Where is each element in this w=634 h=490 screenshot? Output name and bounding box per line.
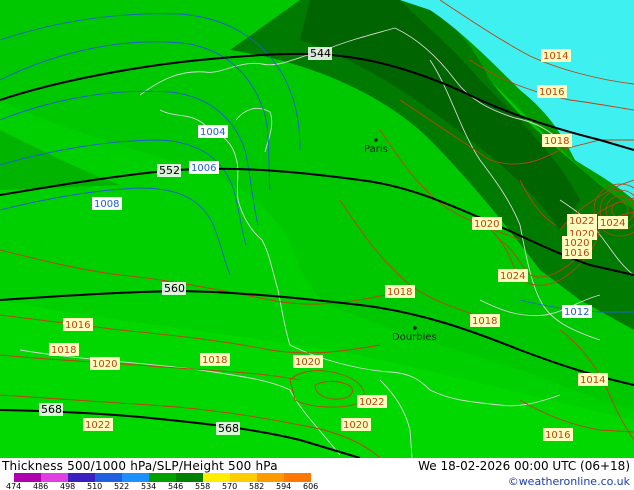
thickness-label: 568	[41, 403, 62, 416]
svg-text:1022: 1022	[569, 216, 594, 227]
pressure-label: 1016	[537, 85, 567, 98]
credit-link[interactable]: ©weatheronline.co.uk	[508, 475, 630, 488]
svg-text:1016: 1016	[545, 430, 570, 441]
thickness-label: 560	[164, 282, 185, 295]
pressure-label: 1014	[578, 373, 608, 386]
weather-map: Paris Dourbies 544 552 560 568 568 1014 …	[0, 0, 634, 458]
color-scale-segment	[14, 473, 41, 482]
svg-text:1018: 1018	[202, 355, 227, 366]
svg-text:1016: 1016	[539, 87, 564, 98]
svg-text:1014: 1014	[580, 375, 605, 386]
color-scale-tick-label: 582	[249, 482, 265, 490]
color-scale-tick-label: 534	[141, 482, 157, 490]
pressure-label: 1008	[92, 197, 122, 210]
city-label-dourbies: Dourbies	[392, 332, 437, 343]
map-view: Paris Dourbies 544 552 560 568 568 1014 …	[0, 0, 634, 490]
map-title: Thickness 500/1000 hPa/SLP/Height 500 hP…	[2, 459, 278, 473]
svg-text:1018: 1018	[51, 345, 76, 356]
svg-text:1016: 1016	[65, 320, 90, 331]
svg-text:1016: 1016	[564, 248, 589, 259]
color-scale-tick-label: 606	[303, 482, 319, 490]
svg-text:1014: 1014	[543, 51, 568, 62]
map-datetime: We 18-02-2026 00:00 UTC (06+18)	[418, 459, 630, 473]
pressure-label: 1016	[543, 428, 573, 441]
city-label-paris: Paris	[364, 144, 388, 155]
pressure-label: 1020	[341, 418, 371, 431]
svg-text:1024: 1024	[600, 218, 625, 229]
svg-text:1018: 1018	[472, 316, 497, 327]
color-scale-segment	[149, 473, 176, 482]
svg-text:1020: 1020	[295, 357, 320, 368]
pressure-label: 1022	[83, 418, 113, 431]
svg-text:1020: 1020	[474, 219, 499, 230]
map-footer: Thickness 500/1000 hPa/SLP/Height 500 hP…	[0, 458, 634, 490]
color-scale-tick-label: 498	[60, 482, 76, 490]
svg-text:1006: 1006	[191, 163, 216, 174]
pressure-label: 1022	[357, 395, 387, 408]
thickness-label: 544	[310, 47, 331, 60]
color-scale-segment	[230, 473, 257, 482]
svg-text:1018: 1018	[544, 136, 569, 147]
pressure-label: 1016	[562, 246, 592, 259]
pressure-label: 1018	[200, 353, 230, 366]
color-scale-tick-label: 474	[6, 482, 22, 490]
pressure-label: 1016	[63, 318, 93, 331]
pressure-label: 1020	[90, 357, 120, 370]
pressure-label: 1018	[542, 134, 572, 147]
svg-text:1024: 1024	[500, 271, 525, 282]
pressure-label: 1024	[498, 269, 528, 282]
color-scale-tick-label: 570	[222, 482, 238, 490]
pressure-label: 1022	[567, 214, 597, 227]
pressure-label: 1004	[198, 125, 228, 138]
color-scale-segment	[284, 473, 311, 482]
color-scale-tick-label: 546	[168, 482, 184, 490]
pressure-label: 1018	[470, 314, 500, 327]
color-scale-tick-label: 522	[114, 482, 130, 490]
svg-text:1022: 1022	[359, 397, 384, 408]
pressure-label: 1006	[189, 161, 219, 174]
color-scale-segment	[122, 473, 149, 482]
city-dot-paris	[374, 138, 378, 142]
pressure-label: 1018	[385, 285, 415, 298]
svg-text:1004: 1004	[200, 127, 225, 138]
pressure-label: 1018	[49, 343, 79, 356]
pressure-label: 1024	[598, 216, 628, 229]
svg-text:1022: 1022	[85, 420, 110, 431]
city-dot-dourbies	[413, 326, 417, 330]
svg-text:1018: 1018	[387, 287, 412, 298]
pressure-label: 1014	[541, 49, 571, 62]
color-scale-segment	[95, 473, 122, 482]
pressure-label: 1012	[562, 305, 592, 318]
color-scale-tick-label: 594	[276, 482, 292, 490]
svg-text:1020: 1020	[343, 420, 368, 431]
color-scale-tick-label: 558	[195, 482, 211, 490]
color-scale-segment	[68, 473, 95, 482]
pressure-label: 1020	[293, 355, 323, 368]
color-scale-tick-label: 510	[87, 482, 103, 490]
svg-text:1020: 1020	[92, 359, 117, 370]
color-scale-tick-label: 486	[33, 482, 49, 490]
thickness-label: 568	[218, 422, 239, 435]
color-scale-segment	[176, 473, 203, 482]
color-scale-segment	[203, 473, 230, 482]
color-scale-ticks: 474 486 498 510 522 534 546 558 570 582 594 606	[6, 482, 344, 490]
svg-text:1008: 1008	[94, 199, 119, 210]
color-scale-segment	[257, 473, 284, 482]
thickness-label: 552	[159, 164, 180, 177]
svg-text:1012: 1012	[564, 307, 589, 318]
color-scale-segment	[41, 473, 68, 482]
pressure-label: 1020	[472, 217, 502, 230]
